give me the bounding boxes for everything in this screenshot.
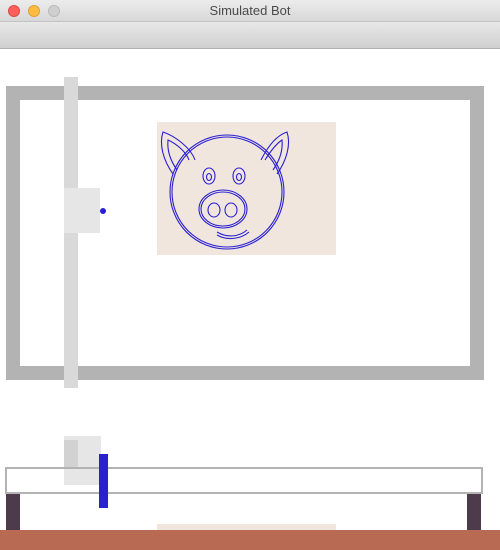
pen-carriage[interactable] [64, 188, 100, 233]
toolbar [0, 22, 500, 49]
rail-side-view [64, 440, 78, 468]
plotter-frame-side-view [5, 467, 483, 494]
pig-left-nostril [207, 202, 221, 218]
pen-tip [100, 208, 106, 214]
pig-drawing [160, 131, 290, 250]
pig-mouth [216, 229, 248, 237]
pig-left-eye [202, 167, 216, 185]
table-surface [0, 530, 500, 550]
pen-side-view [99, 454, 108, 508]
simulation-canvas [0, 49, 500, 550]
left-table-leg [6, 494, 20, 530]
pig-right-nostril [224, 202, 238, 218]
title-bar: Simulated Bot [0, 0, 500, 22]
window-title: Simulated Bot [209, 3, 291, 18]
pig-snout [198, 189, 248, 229]
pig-right-eye [232, 167, 246, 185]
paper-sheet [157, 122, 336, 255]
right-table-leg [467, 494, 481, 530]
